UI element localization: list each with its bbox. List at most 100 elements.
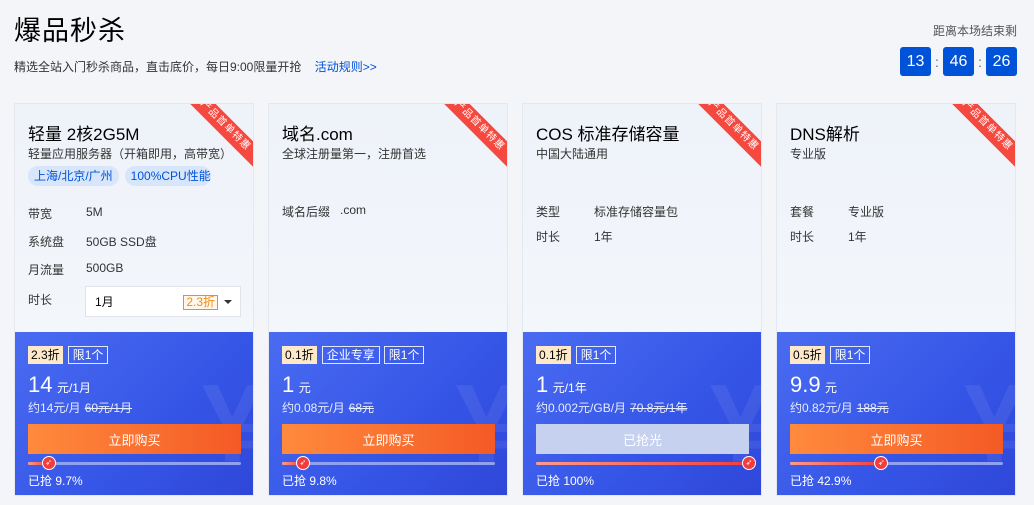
spec-label: 类型 [536,205,561,219]
product-card-domain: 产品首单特惠 域名.com 全球注册量第一，注册首选 域名后缀 .com ¥ 0… [268,103,508,496]
price-unit: 元/1月 [56,381,91,395]
subtitle-text: 精选全站入门秒杀商品，直击底价，每日9:00限量开抢 [14,60,302,74]
rocket-icon: ➶ [874,456,889,470]
price-unit: 元 [298,381,311,395]
discount-badge: 0.1折 [282,346,317,364]
price: 14 元/1月 [28,372,91,398]
spec-label: 带宽 [28,207,53,221]
progress-fill [536,462,749,465]
product-desc: 全球注册量第一，注册首选 [282,147,427,161]
tag-cpu: 100%CPU性能 [124,166,211,186]
price-unit: 元 [825,381,838,395]
sold-progress-bar: ➶ [536,456,756,470]
price-reference: 约0.08元/月 [282,401,345,415]
spec-label: 月流量 [28,263,65,277]
price: 1 元/1年 [536,372,587,398]
progress-fill [790,462,882,465]
original-price: 70.8元/1年 [630,401,688,415]
discount-badge: 0.5折 [790,346,825,364]
buy-now-button[interactable]: 立即购买 [282,424,495,454]
buy-now-button[interactable]: 立即购买 [28,424,241,454]
badge-group: 0.1折 限1个 [536,346,620,364]
product-name: 域名.com [282,125,353,144]
spec-row: 套餐 专业版 [790,203,884,220]
tag-region: 上海/北京/广州 [28,166,119,186]
spec-value: 1年 [594,230,613,244]
spec-row: 带宽 5M [28,205,103,222]
price-reference: 约0.82元/月 [790,401,853,415]
card-info: 产品首单特惠 DNS解析 专业版 套餐 专业版 时长 1年 [777,104,1015,332]
sold-percentage: 已抢 42.9% [790,474,852,488]
price-value: 1 [536,372,549,397]
original-price: 60元/1月 [84,401,133,415]
card-price-panel: ¥ 0.5折 限1个 9.9 元 约0.82元/月188元 立即购买 ➶ 已抢 … [777,332,1015,495]
card-price-panel: ¥ 2.3折 限1个 14 元/1月 约14元/月60元/1月 立即购买 ➶ 已… [15,332,253,495]
first-order-ribbon: 产品首单特惠 [938,104,1015,175]
badge-group: 0.5折 限1个 [790,346,874,364]
spec-value: 5M [86,205,103,219]
product-card-lighthouse: 产品首单特惠 轻量 2核2G5M 轻量应用服务器（开箱即用，高带宽） 上海/北京… [14,103,254,496]
price-detail: 约0.82元/月 188元 [790,399,889,416]
discount-badge: 0.1折 [536,346,571,364]
spec-value: .com [340,203,367,217]
activity-rules-link[interactable]: 活动规则>> [315,60,377,74]
spec-value: 专业版 [848,205,885,219]
limit-badge: 限1个 [829,346,871,364]
enterprise-badge: 企业专享 [321,346,380,364]
spec-value: 标准存储容量包 [594,205,679,219]
rocket-icon: ➶ [742,456,756,470]
limit-badge: 限1个 [383,346,425,364]
spec-value: 500GB [86,261,124,275]
original-price: 68元 [348,401,375,415]
buy-now-button[interactable]: 立即购买 [790,424,1003,454]
product-tags: 上海/北京/广州 100%CPU性能 [28,166,217,186]
card-info: 产品首单特惠 轻量 2核2G5M 轻量应用服务器（开箱即用，高带宽） 上海/北京… [15,104,253,332]
price-value: 1 [282,372,295,397]
sold-out-button: 已抢光 [536,424,749,454]
spec-label: 时长 [536,230,561,244]
card-price-panel: ¥ 0.1折 企业专享 限1个 1 元 约0.08元/月68元 立即购买 ➶ 已… [269,332,507,495]
rocket-icon: ➶ [295,456,310,470]
product-desc: 专业版 [790,147,827,161]
card-price-panel: ¥ 0.1折 限1个 1 元/1年 约0.002元/GB/月70.8元/1年 已… [523,332,761,495]
product-card-list: 产品首单特惠 轻量 2核2G5M 轻量应用服务器（开箱即用，高带宽） 上海/北京… [14,103,1020,496]
sold-progress-bar: ➶ [28,456,241,470]
product-desc: 轻量应用服务器（开箱即用，高带宽） [28,147,233,161]
first-order-ribbon: 产品首单特惠 [430,104,507,175]
sold-progress-bar: ➶ [282,456,495,470]
price: 9.9 元 [790,372,837,398]
product-card-dns: 产品首单特惠 DNS解析 专业版 套餐 专业版 时长 1年 ¥ 0.5折 限1个… [776,103,1016,496]
card-info: 产品首单特惠 COS 标准存储容量 中国大陆通用 类型 标准存储容量包 时长 1… [523,104,761,332]
discount-badge: 2.3折 [28,346,63,364]
spec-row: 月流量 500GB [28,261,123,278]
spec-label: 时长 [790,230,815,244]
product-name: COS 标准存储容量 [536,125,680,144]
page-subtitle: 精选全站入门秒杀商品，直击底价，每日9:00限量开抢 活动规则>> [14,60,377,74]
product-desc: 中国大陆通用 [536,147,609,161]
countdown-seconds: 26 [986,47,1017,76]
price-reference: 约14元/月 [28,401,81,415]
original-price: 188元 [856,401,889,415]
spec-row: 时长 1年 [536,228,613,245]
product-card-cos: 产品首单特惠 COS 标准存储容量 中国大陆通用 类型 标准存储容量包 时长 1… [522,103,762,496]
spec-label: 域名后缀 [282,205,331,219]
sold-percentage: 已抢 9.8% [282,474,337,488]
first-order-ribbon: 产品首单特惠 [176,104,253,175]
spec-value: 50GB SSD盘 [86,235,157,249]
countdown-separator: : [978,53,982,70]
duration-discount-badge: 2.3折 [183,295,218,310]
sold-percentage: 已抢 100% [536,474,595,488]
price-value: 14 [28,372,53,397]
price-reference: 约0.002元/GB/月 [536,401,627,415]
price-detail: 约0.002元/GB/月 70.8元/1年 [536,399,687,416]
price-detail: 约14元/月 60元/1月 [28,399,132,416]
card-info: 产品首单特惠 域名.com 全球注册量第一，注册首选 域名后缀 .com [269,104,507,332]
limit-badge: 限1个 [575,346,617,364]
spec-value: 1年 [848,230,867,244]
spec-row: 域名后缀 .com [282,203,366,220]
duration-label: 时长 [28,293,53,307]
duration-select[interactable]: 1月 2.3折 [85,286,241,317]
product-name: DNS解析 [790,125,860,144]
sold-percentage: 已抢 9.7% [28,474,83,488]
spec-label: 系统盘 [28,235,65,249]
